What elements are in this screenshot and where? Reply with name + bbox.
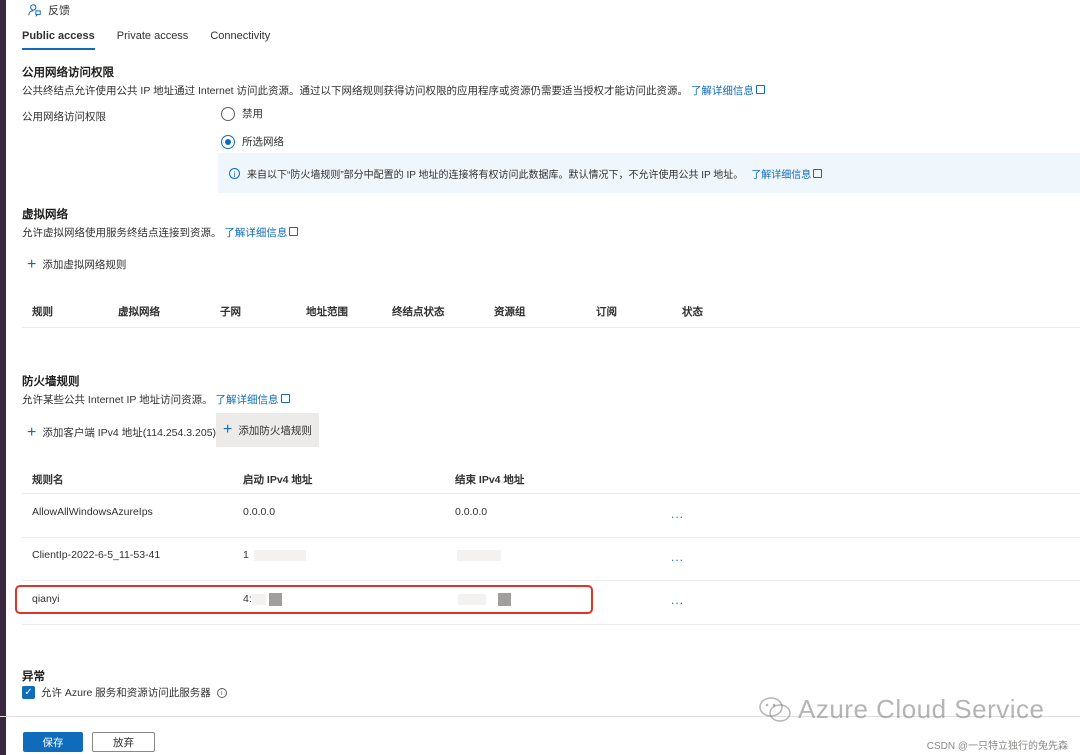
feedback-button[interactable]: 反馈 — [28, 2, 70, 18]
exceptions-title: 异常 — [22, 671, 45, 683]
firewall-row-1-start[interactable]: 0.0.0.0 — [243, 506, 275, 518]
add-vnet-rule-button[interactable]: + 添加虚拟网络规则 — [27, 255, 127, 273]
firewall-col-rule-name: 规则名 — [32, 474, 64, 486]
external-link-icon — [755, 85, 765, 94]
public-access-description: 公共终结点允许使用公共 IP 地址通过 Internet 访问此资源。通过以下网… — [22, 83, 765, 98]
divider — [22, 327, 1080, 328]
checkmark-icon: ✓ — [22, 686, 35, 699]
vnet-col-resource-group: 资源组 — [494, 306, 526, 318]
wechat-icon — [759, 696, 791, 722]
firewall-description-text: 允许某些公共 Internet IP 地址访问资源。 — [22, 394, 213, 406]
divider — [22, 580, 1080, 581]
vnet-col-subnet: 子网 — [220, 306, 241, 318]
divider — [22, 537, 1080, 538]
tab-strip: Public access Private access Connectivit… — [22, 30, 270, 50]
firewall-title: 防火墙规则 — [22, 376, 80, 388]
highlight-box — [15, 585, 593, 614]
info-banner-learn-more-link[interactable]: 了解详细信息 — [751, 166, 823, 181]
left-edge-bar — [0, 0, 6, 755]
firewall-col-start-ip: 启动 IPv4 地址 — [243, 474, 313, 486]
row-3-more-button[interactable]: ... — [671, 593, 684, 607]
plus-icon: + — [27, 423, 37, 441]
radio-circle-checked — [221, 134, 235, 149]
radio-disabled[interactable]: 禁用 — [221, 106, 263, 121]
allow-azure-services-checkbox[interactable]: ✓ 允许 Azure 服务和资源访问此服务器 i — [22, 685, 227, 700]
add-client-ip-button[interactable]: + 添加客户端 IPv4 地址(114.254.3.205) — [27, 423, 217, 441]
vnet-col-subscription: 订阅 — [596, 306, 617, 318]
vnet-col-rule: 规则 — [32, 306, 53, 318]
credit-text: CSDN @一只特立独行的兔先森 — [926, 741, 1068, 752]
add-firewall-rule-button[interactable]: + 添加防火墙规则 — [216, 413, 319, 447]
firewall-row-2-start[interactable]: 1 — [243, 549, 249, 561]
tab-connectivity[interactable]: Connectivity — [210, 30, 270, 50]
watermark-text: Azure Cloud Service — [798, 694, 1045, 724]
vnet-title: 虚拟网络 — [22, 209, 68, 221]
radio-circle — [221, 106, 235, 121]
radio-disabled-label: 禁用 — [242, 108, 263, 120]
save-button[interactable]: 保存 — [23, 732, 83, 752]
external-link-icon — [280, 394, 290, 403]
radio-selected-networks[interactable]: 所选网络 — [221, 134, 284, 149]
row-2-more-button[interactable]: ... — [671, 550, 684, 564]
public-access-field-label: 公用网络访问权限 — [22, 111, 106, 123]
vnet-learn-more-link[interactable]: 了解详细信息 — [224, 227, 299, 239]
feedback-icon — [28, 4, 41, 17]
add-vnet-rule-label: 添加虚拟网络规则 — [42, 259, 127, 271]
radio-selected-networks-label: 所选网络 — [242, 136, 284, 148]
allow-azure-services-label: 允许 Azure 服务和资源访问此服务器 — [41, 687, 211, 699]
discard-button[interactable]: 放弃 — [92, 732, 155, 752]
feedback-label: 反馈 — [48, 5, 70, 17]
firewall-row-2-name[interactable]: ClientIp-2022-6-5_11-53-41 — [32, 549, 160, 561]
external-link-icon — [289, 227, 299, 236]
firewall-description: 允许某些公共 Internet IP 地址访问资源。 了解详细信息 — [22, 392, 290, 407]
plus-icon: + — [27, 255, 37, 273]
vnet-description: 允许虚拟网络使用服务终结点连接到资源。 了解详细信息 — [22, 225, 299, 240]
redacted-mask — [457, 550, 501, 561]
add-firewall-rule-label: 添加防火墙规则 — [238, 424, 312, 437]
public-access-description-text: 公共终结点允许使用公共 IP 地址通过 Internet 访问此资源。通过以下网… — [22, 85, 689, 97]
vnet-col-status: 状态 — [682, 306, 703, 318]
vnet-col-endpoint-status: 终结点状态 — [392, 306, 445, 318]
public-access-title: 公用网络访问权限 — [22, 67, 114, 79]
public-access-learn-more-link[interactable]: 了解详细信息 — [691, 85, 765, 97]
divider — [22, 624, 1080, 625]
firewall-row-1-name[interactable]: AllowAllWindowsAzureIps — [32, 506, 153, 518]
info-banner: i 来自以下“防火墙规则”部分中配置的 IP 地址的连接将有权访问此数据库。默认… — [218, 153, 1080, 193]
external-link-icon — [813, 168, 823, 178]
divider — [22, 493, 1080, 494]
firewall-row-1-end[interactable]: 0.0.0.0 — [455, 506, 487, 518]
add-client-ip-label: 添加客户端 IPv4 地址(114.254.3.205) — [42, 427, 217, 439]
info-banner-text: 来自以下“防火墙规则”部分中配置的 IP 地址的连接将有权访问此数据库。默认情况… — [247, 169, 744, 181]
row-1-more-button[interactable]: ... — [671, 507, 684, 521]
tab-private-access[interactable]: Private access — [117, 30, 189, 50]
tab-public-access[interactable]: Public access — [22, 30, 95, 50]
info-icon: i — [229, 167, 240, 179]
watermark: Azure Cloud Service — [758, 694, 1045, 725]
firewall-learn-more-link[interactable]: 了解详细信息 — [216, 394, 290, 406]
vnet-col-vnet: 虚拟网络 — [118, 306, 160, 318]
vnet-col-address-range: 地址范围 — [306, 306, 348, 318]
firewall-col-end-ip: 结束 IPv4 地址 — [455, 474, 525, 486]
plus-icon: + — [223, 421, 233, 438]
info-icon[interactable]: i — [216, 687, 227, 698]
redacted-mask — [254, 550, 306, 561]
vnet-description-text: 允许虚拟网络使用服务终结点连接到资源。 — [22, 227, 222, 239]
